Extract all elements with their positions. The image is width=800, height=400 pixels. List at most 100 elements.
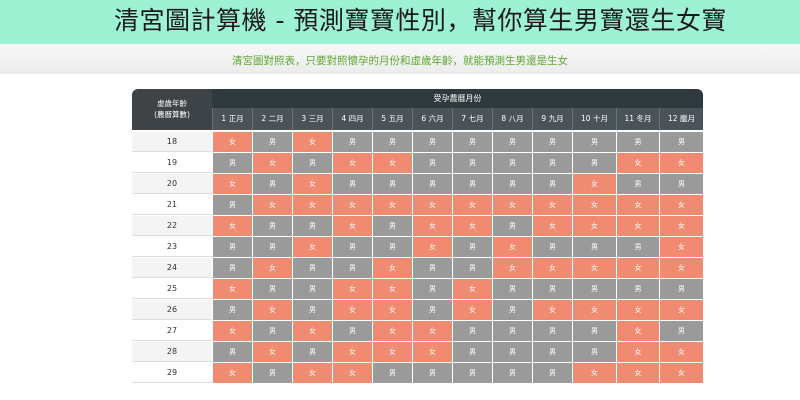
male-cell: 男: [616, 132, 659, 152]
female-cell: 女: [332, 195, 372, 215]
age-cell: 24: [132, 258, 212, 278]
male-cell: 男: [412, 279, 452, 299]
age-cell: 20: [132, 174, 212, 194]
male-cell: 男: [532, 363, 572, 383]
male-cell: 男: [292, 153, 332, 173]
age-cell: 19: [132, 153, 212, 173]
male-cell: 男: [292, 258, 332, 278]
female-cell: 女: [659, 342, 703, 362]
female-cell: 女: [572, 216, 616, 236]
male-cell: 男: [452, 237, 492, 257]
female-cell: 女: [412, 342, 452, 362]
male-cell: 男: [532, 279, 572, 299]
age-cell: 21: [132, 195, 212, 215]
subtitle-text: 清宮圖對照表，只要對照懷孕的月份和虛歲年齡，就能預測生男還是生女: [232, 55, 568, 67]
female-cell: 女: [252, 153, 292, 173]
female-cell: 女: [492, 237, 532, 257]
female-cell: 女: [572, 363, 616, 383]
female-cell: 女: [616, 363, 659, 383]
age-cell: 27: [132, 321, 212, 341]
table-row: 18 女男女男男男男男男男男男: [132, 132, 703, 152]
male-cell: 男: [659, 132, 703, 152]
month-header: 4 四月: [332, 108, 372, 130]
female-cell: 女: [616, 300, 659, 320]
female-cell: 女: [616, 258, 659, 278]
female-cell: 女: [412, 321, 452, 341]
female-cell: 女: [212, 216, 252, 236]
female-cell: 女: [212, 279, 252, 299]
female-cell: 女: [616, 321, 659, 341]
male-cell: 男: [572, 153, 616, 173]
male-cell: 男: [492, 300, 532, 320]
male-cell: 男: [332, 132, 372, 152]
male-cell: 男: [492, 363, 532, 383]
female-cell: 女: [659, 363, 703, 383]
female-cell: 女: [572, 300, 616, 320]
male-cell: 男: [452, 342, 492, 362]
female-cell: 女: [372, 153, 412, 173]
female-cell: 女: [332, 216, 372, 236]
male-cell: 男: [659, 174, 703, 194]
male-cell: 男: [252, 174, 292, 194]
female-cell: 女: [616, 216, 659, 236]
table-row: 21 男女女女女女女女女女女女: [132, 195, 703, 215]
female-cell: 女: [532, 300, 572, 320]
month-header: 5 五月: [372, 108, 412, 130]
male-cell: 男: [212, 258, 252, 278]
male-cell: 男: [212, 195, 252, 215]
table-row: 29 女男女女男男男男男女女女: [132, 363, 703, 383]
male-cell: 男: [492, 321, 532, 341]
male-cell: 男: [616, 237, 659, 257]
female-cell: 女: [332, 363, 372, 383]
male-cell: 男: [252, 132, 292, 152]
male-cell: 男: [616, 279, 659, 299]
table-body: 18 女男女男男男男男男男男男 19 男女男女女男男男男男女女 20 女男女男男男男男男女…: [132, 132, 703, 384]
female-cell: 女: [572, 195, 616, 215]
male-cell: 男: [252, 237, 292, 257]
male-cell: 男: [572, 279, 616, 299]
female-cell: 女: [212, 132, 252, 152]
male-cell: 男: [332, 174, 372, 194]
female-cell: 女: [572, 174, 616, 194]
male-cell: 男: [532, 321, 572, 341]
male-cell: 男: [292, 300, 332, 320]
male-cell: 男: [492, 216, 532, 236]
female-cell: 女: [492, 258, 532, 278]
month-header: 2 二月: [252, 108, 292, 130]
male-cell: 男: [452, 153, 492, 173]
age-cell: 26: [132, 300, 212, 320]
male-cell: 男: [332, 258, 372, 278]
female-cell: 女: [292, 132, 332, 152]
female-cell: 女: [372, 321, 412, 341]
male-cell: 男: [372, 174, 412, 194]
female-cell: 女: [659, 195, 703, 215]
male-cell: 男: [572, 132, 616, 152]
table-row: 23 男男女男男女男女男男男女: [132, 237, 703, 257]
male-cell: 男: [212, 342, 252, 362]
male-cell: 男: [572, 342, 616, 362]
male-cell: 男: [452, 258, 492, 278]
age-header-line2: (農曆算數): [154, 110, 190, 119]
male-cell: 男: [332, 237, 372, 257]
female-cell: 女: [659, 237, 703, 257]
month-header: 11 冬月: [616, 108, 659, 130]
male-cell: 男: [616, 174, 659, 194]
male-cell: 男: [372, 132, 412, 152]
female-cell: 女: [572, 258, 616, 278]
female-cell: 女: [372, 258, 412, 278]
male-cell: 男: [532, 132, 572, 152]
male-cell: 男: [252, 363, 292, 383]
female-cell: 女: [332, 342, 372, 362]
female-cell: 女: [292, 174, 332, 194]
male-cell: 男: [492, 279, 532, 299]
female-cell: 女: [292, 363, 332, 383]
female-cell: 女: [332, 279, 372, 299]
male-cell: 男: [212, 237, 252, 257]
female-cell: 女: [332, 300, 372, 320]
female-cell: 女: [372, 279, 412, 299]
male-cell: 男: [212, 153, 252, 173]
table-row: 24 男女男男女男男女女女女女: [132, 258, 703, 278]
male-cell: 男: [372, 363, 412, 383]
male-cell: 男: [492, 132, 532, 152]
male-cell: 男: [412, 174, 452, 194]
